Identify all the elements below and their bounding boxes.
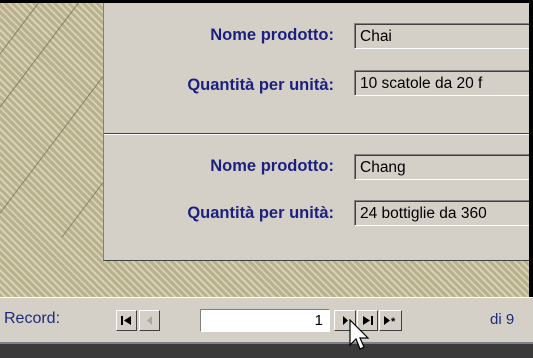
quantity-per-unit-label: Quantità per unità: — [187, 76, 334, 94]
quantity-per-unit-field[interactable]: 10 scatole da 20 f — [354, 70, 533, 96]
new-record-button[interactable]: * — [379, 310, 402, 331]
record-count: di 9 — [490, 311, 515, 328]
quantity-per-unit-label: Quantità per unità: — [187, 204, 334, 222]
product-name-field[interactable]: Chang — [354, 154, 533, 180]
mouse-pointer-icon — [349, 318, 371, 358]
first-record-icon — [121, 316, 131, 325]
first-record-button[interactable] — [116, 310, 137, 331]
previous-record-icon — [147, 316, 152, 325]
right-border — [529, 0, 533, 297]
continuous-form: Nome prodotto: Chai Quantità per unità: … — [103, 3, 533, 261]
product-name-field[interactable]: Chai — [354, 23, 533, 49]
record-detail: Nome prodotto: Chang Quantità per unità:… — [104, 134, 533, 256]
record-detail: Nome prodotto: Chai Quantità per unità: … — [104, 3, 533, 125]
svg-text:*: * — [391, 316, 396, 326]
previous-record-button[interactable] — [139, 310, 160, 331]
quantity-per-unit-field[interactable]: 24 bottiglie da 360 — [354, 200, 533, 226]
record-navigation-bar: Record: * di 9 — [0, 297, 533, 343]
current-record-input[interactable] — [200, 309, 330, 332]
record-label: Record: — [4, 310, 61, 327]
product-name-label: Nome prodotto: — [210, 26, 334, 44]
new-record-icon: * — [384, 316, 396, 326]
form-background: Nome prodotto: Chai Quantità per unità: … — [0, 0, 533, 297]
product-name-label: Nome prodotto: — [210, 157, 334, 175]
bottom-dark-strip — [0, 344, 533, 358]
